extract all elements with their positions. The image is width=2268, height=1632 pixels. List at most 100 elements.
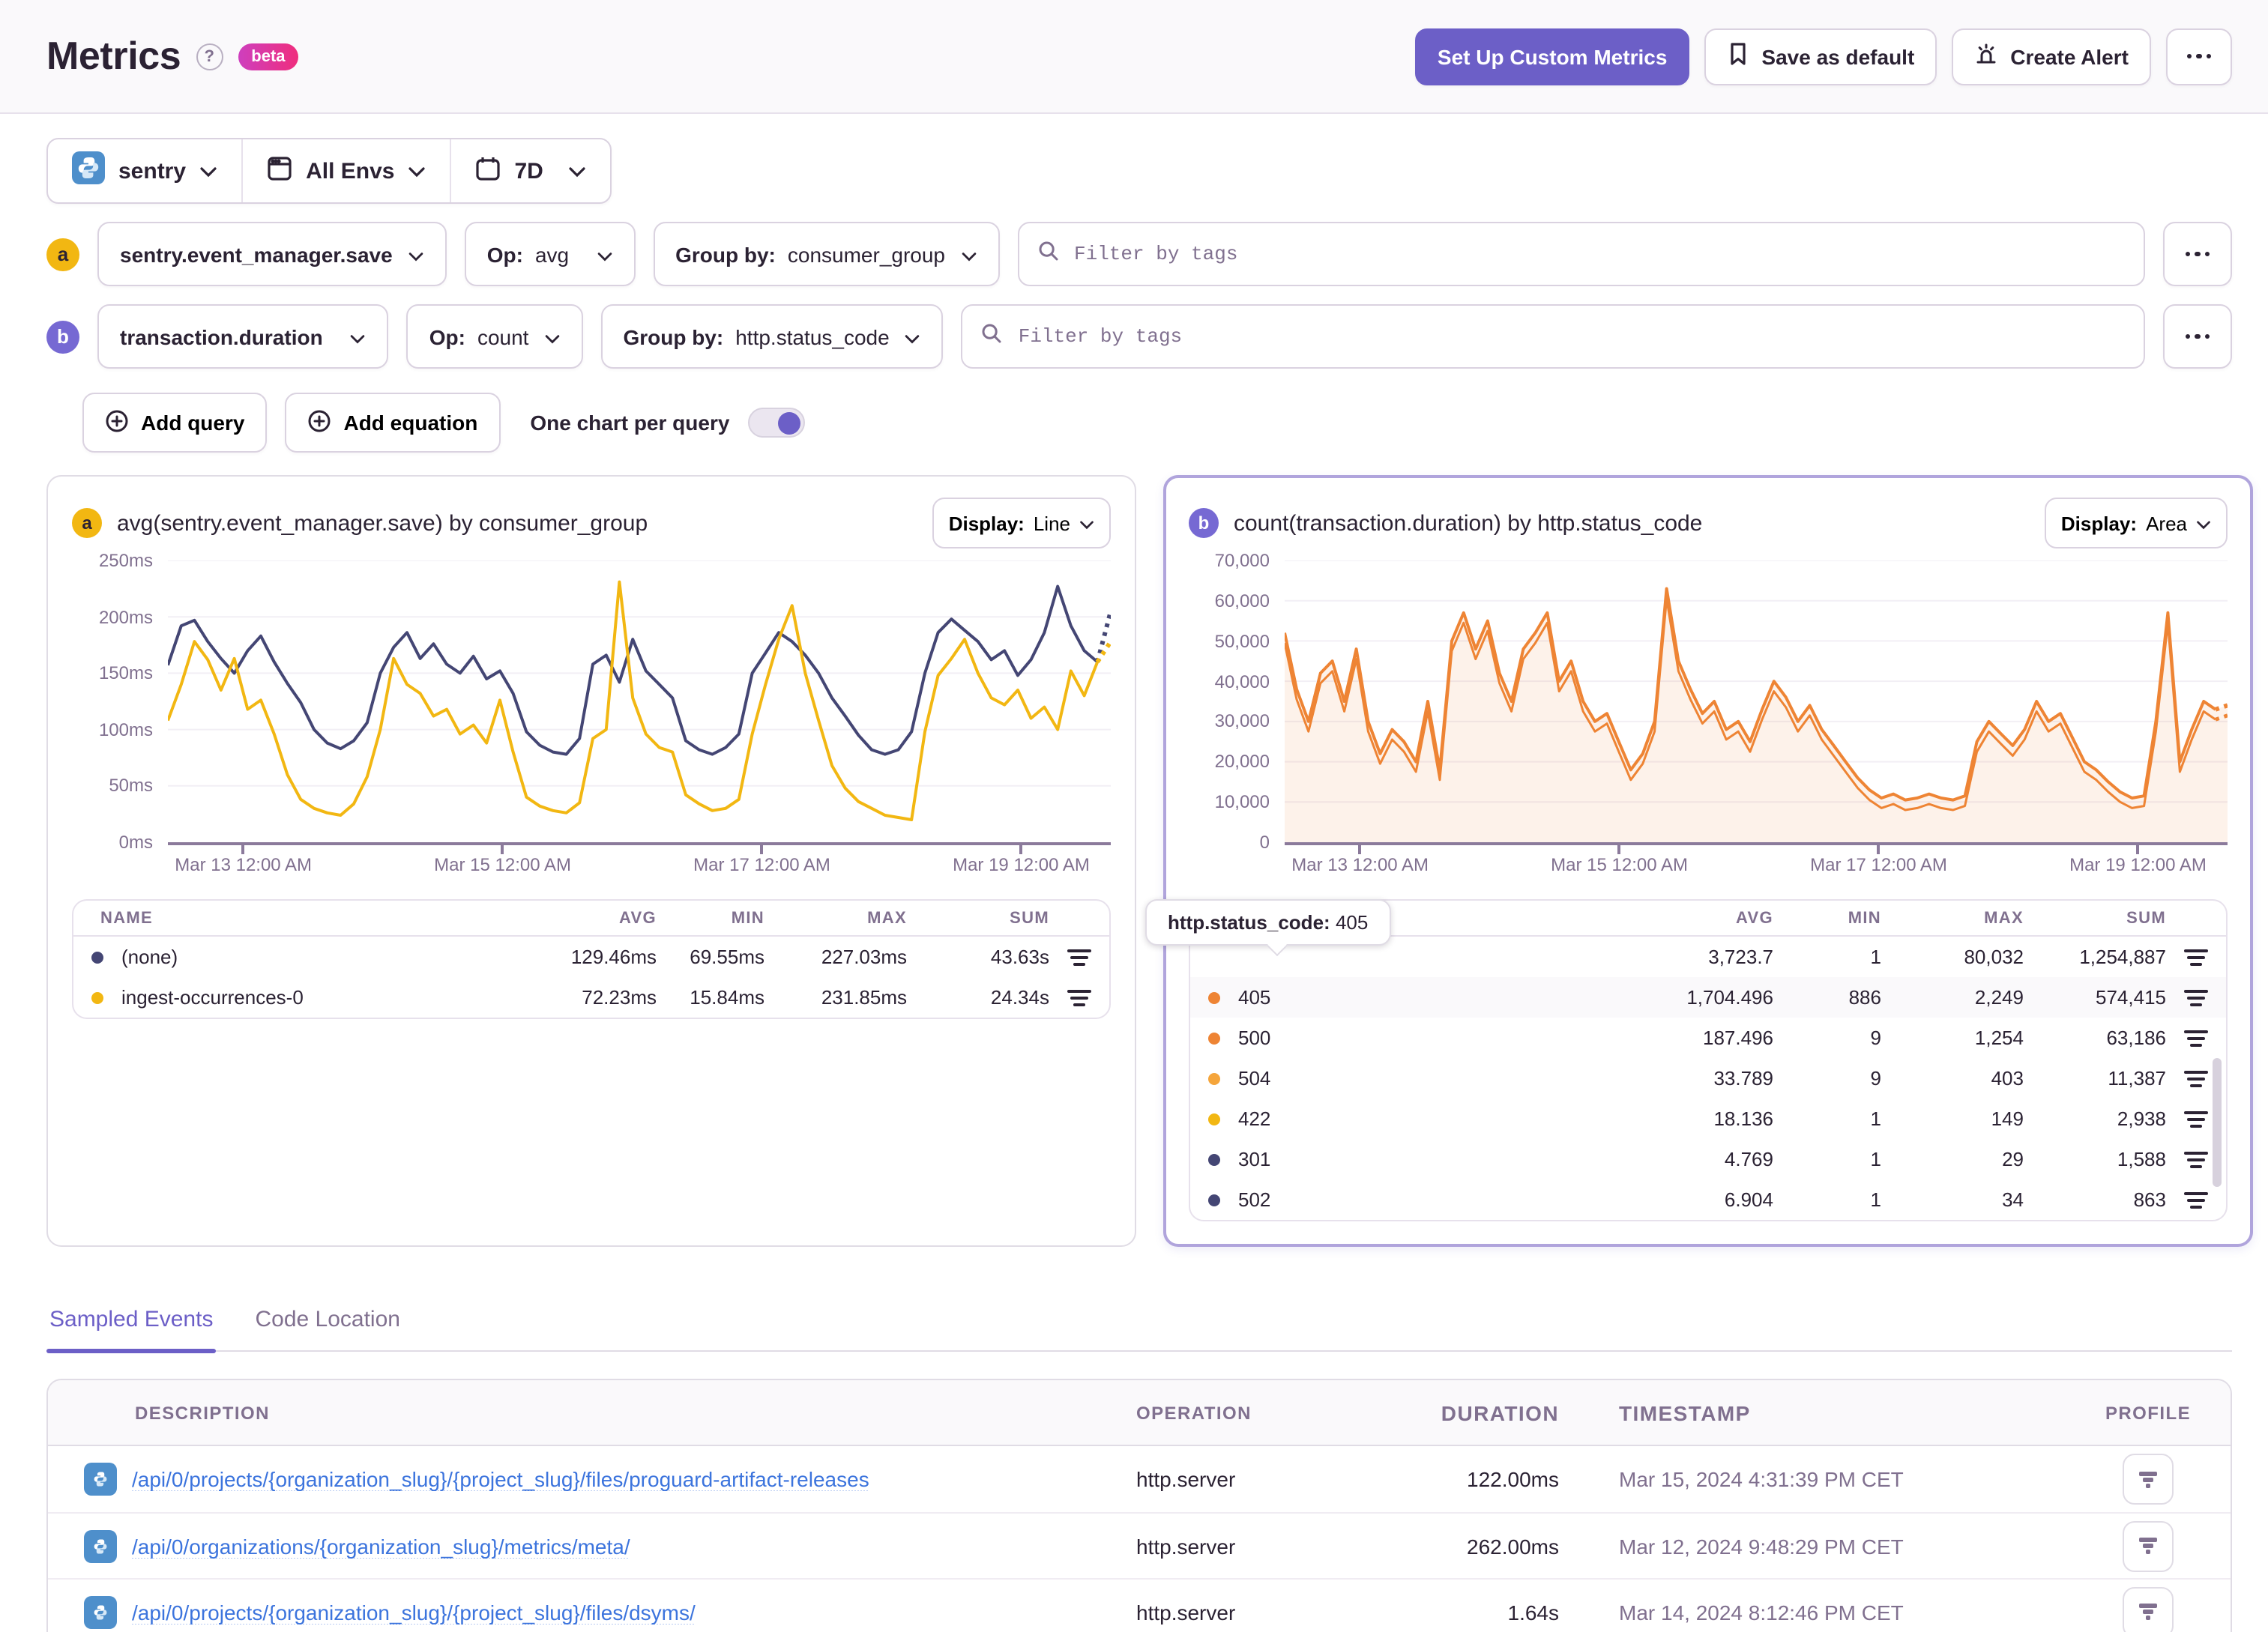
plus-circle-icon — [105, 408, 129, 437]
query-a-tag-filter-input[interactable] — [1071, 241, 2126, 267]
event-duration: 262.00ms — [1467, 1534, 1559, 1558]
x-tick — [1617, 845, 1620, 854]
chevron-down-icon — [2196, 512, 2211, 534]
event-description-link[interactable]: /api/0/projects/{organization_slug}/{pro… — [132, 1600, 1136, 1624]
plus-circle-icon — [307, 408, 331, 437]
event-description-link[interactable]: /api/0/projects/{organization_slug}/{pro… — [132, 1467, 1136, 1491]
y-axis: 0ms 50ms 100ms 150ms 200ms 250ms — [72, 550, 168, 853]
chart-b-display-select[interactable]: Display: Area — [2044, 498, 2228, 548]
query-a-op-select[interactable]: Op: avg — [464, 222, 636, 286]
y-tick-label: 200ms — [98, 606, 153, 628]
series-name: 405 — [1238, 986, 1271, 1009]
plot-area[interactable]: Mar 13 12:00 AM Mar 15 12:00 AM Mar 17 12:… — [168, 560, 1111, 878]
header-more-button[interactable] — [2166, 28, 2232, 85]
series-max: 403 — [1991, 1067, 2024, 1089]
siren-icon — [1974, 42, 1998, 70]
ellipsis-icon — [2185, 251, 2210, 257]
series-sum: 863 — [2133, 1188, 2166, 1211]
add-query-button[interactable]: Add query — [82, 393, 268, 453]
legend-series-row[interactable]: 422 18.136 1 149 2,938 — [1190, 1098, 2226, 1139]
save-as-default-button[interactable]: Save as default — [1704, 28, 1937, 85]
add-query-label: Add query — [141, 411, 245, 435]
query-b-tag-filter-input[interactable] — [1015, 324, 2126, 349]
page-filter-bar: sentry All Envs 7D — [46, 138, 612, 204]
series-menu-icon[interactable] — [1049, 987, 1109, 1008]
query-b-badge: b — [46, 320, 79, 353]
legend-series-row[interactable]: 500 187.496 9 1,254 63,186 — [1190, 1018, 2226, 1058]
query-b-op-select[interactable]: Op: count — [406, 304, 583, 369]
query-b-more-button[interactable] — [2163, 304, 2232, 369]
legend-series-row[interactable]: 502 6.904 1 34 863 — [1190, 1179, 2226, 1220]
legend-col-max: MAX — [1984, 909, 2024, 927]
series-max: 231.85ms — [821, 986, 907, 1009]
view-profile-button[interactable] — [2123, 1586, 2174, 1632]
event-duration: 1.64s — [1507, 1600, 1560, 1624]
legend-series-row[interactable]: 405 1,704.496 886 2,249 574,415 — [1190, 977, 2226, 1018]
tab-sampled-events[interactable]: Sampled Events — [46, 1307, 217, 1353]
area-chart-status-code[interactable]: 0 10,000 20,000 30,000 40,000 50,000 60,000 70,… — [1189, 550, 2228, 878]
series-menu-icon[interactable] — [2166, 946, 2226, 967]
series-menu-icon[interactable] — [2166, 1189, 2226, 1210]
legend-series-row[interactable]: ingest-occurrences-0 72.23ms 15.84ms 231… — [73, 977, 1109, 1018]
view-profile-button[interactable] — [2123, 1520, 2174, 1571]
legend-scrollbar[interactable] — [2213, 1058, 2222, 1187]
one-chart-per-query-toggle[interactable] — [747, 408, 805, 438]
series-name: (none) — [121, 946, 178, 968]
query-a-more-button[interactable] — [2163, 222, 2232, 286]
help-icon[interactable]: ? — [196, 43, 223, 70]
tab-code-location[interactable]: Code Location — [252, 1307, 403, 1350]
chart-b-legend-table: NAME AVG MIN MAX SUM 3,723.7 1 80,032 1,… — [1189, 899, 2228, 1221]
x-tick-label: Mar 15 12:00 AM — [434, 854, 571, 875]
y-tick-label: 100ms — [98, 719, 153, 740]
bottom-tabs: Sampled Events Code Location — [46, 1307, 2232, 1353]
line-chart-consumer-group[interactable]: 0ms 50ms 100ms 150ms 200ms 250ms Mar 13 12:00 … — [72, 550, 1111, 878]
legend-series-row[interactable]: 301 4.769 1 29 1,588 — [1190, 1139, 2226, 1179]
ellipsis-icon — [2186, 53, 2212, 59]
legend-series-row[interactable]: (none) 129.46ms 69.55ms 227.03ms 43.63s — [73, 937, 1109, 977]
plot-area[interactable]: Mar 13 12:00 AM Mar 15 12:00 AM Mar 17 12:… — [1285, 560, 2228, 878]
series-menu-icon[interactable] — [2166, 1027, 2226, 1048]
chart-a-display-value: Line — [1033, 512, 1070, 534]
series-name: 301 — [1238, 1148, 1271, 1170]
one-chart-per-query-label: One chart per query — [530, 411, 730, 435]
date-range-selector[interactable]: 7D — [450, 139, 610, 202]
series-color-dot — [1208, 1072, 1220, 1084]
series-color-dot — [1208, 1153, 1220, 1165]
chart-a-display-select[interactable]: Display: Line — [932, 498, 1111, 548]
chevron-down-icon — [1079, 512, 1094, 534]
col-profile: PROFILE — [2105, 1402, 2192, 1423]
series-name: 502 — [1238, 1188, 1271, 1211]
chart-card-b: b count(transaction.duration) by http.st… — [1145, 475, 2253, 1247]
chart-a-title: avg(sentry.event_manager.save) by consum… — [117, 510, 648, 536]
x-tick — [1877, 845, 1880, 854]
display-label: Display: — [2060, 512, 2138, 534]
add-equation-button[interactable]: Add equation — [285, 393, 501, 453]
setup-custom-metrics-button[interactable]: Set Up Custom Metrics — [1414, 28, 1690, 85]
project-selector[interactable]: sentry — [48, 139, 241, 202]
environment-selector[interactable]: All Envs — [241, 139, 450, 202]
event-description-link[interactable]: /api/0/organizations/{organization_slug}… — [132, 1534, 1136, 1558]
y-tick-label: 70,000 — [1214, 550, 1270, 571]
event-row: /api/0/projects/{organization_slug}/{pro… — [48, 1446, 2231, 1512]
create-alert-button[interactable]: Create Alert — [1952, 28, 2151, 85]
query-a-metric-select[interactable]: sentry.event_manager.save — [97, 222, 447, 286]
x-axis-labels: Mar 13 12:00 AM Mar 15 12:00 AM Mar 17 12:… — [168, 845, 1111, 878]
query-b-op-value: count — [477, 324, 529, 348]
series-menu-icon[interactable] — [1049, 946, 1109, 967]
x-tick — [241, 845, 244, 854]
query-b-groupby-select[interactable]: Group by: http.status_code — [600, 304, 944, 369]
series-max: 1,254 — [1974, 1027, 2024, 1049]
legend-series-row[interactable]: 504 33.789 9 403 11,387 — [1190, 1058, 2226, 1098]
view-profile-button[interactable] — [2123, 1454, 2174, 1505]
query-actions-row: Add query Add equation One chart per que… — [82, 393, 2232, 453]
event-operation: http.server — [1136, 1467, 1236, 1491]
query-a-groupby-select[interactable]: Group by: consumer_group — [653, 222, 999, 286]
legend-col-min: MIN — [1848, 909, 1881, 927]
series-min: 886 — [1848, 986, 1881, 1009]
legend-col-avg: AVG — [1735, 909, 1773, 927]
series-min: 69.55ms — [690, 946, 764, 968]
series-menu-icon[interactable] — [2166, 987, 2226, 1008]
python-project-icon — [72, 151, 105, 190]
x-tick — [1019, 845, 1022, 854]
query-b-metric-select[interactable]: transaction.duration — [97, 304, 389, 369]
